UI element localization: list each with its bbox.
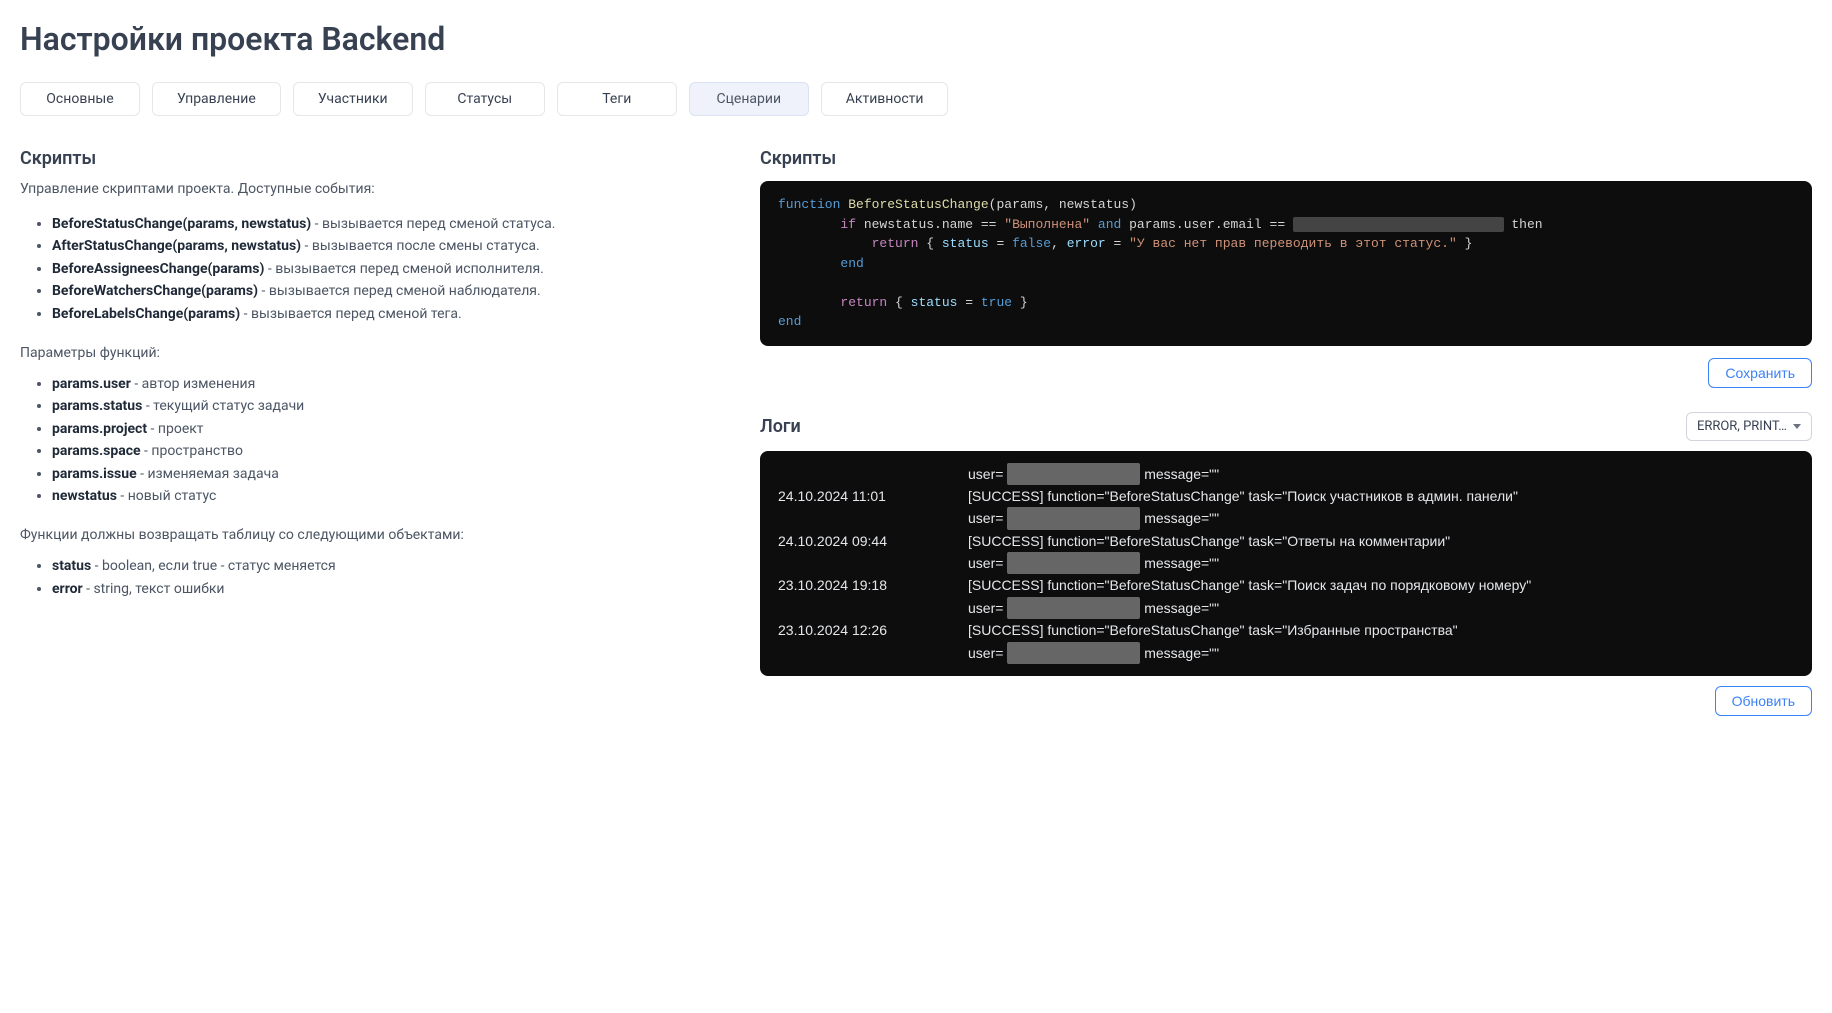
- logs-heading: Логи: [760, 416, 801, 437]
- log-row: 23.10.2024 12:26[SUCCESS] function="Befo…: [778, 619, 1794, 641]
- params-heading: Параметры функций:: [20, 345, 720, 361]
- tab-0[interactable]: Основные: [20, 82, 140, 116]
- save-button[interactable]: Сохранить: [1708, 358, 1812, 388]
- event-item: BeforeLabelsChange(params) - вызывается …: [52, 303, 720, 325]
- param-list: params.user - автор измененияparams.stat…: [20, 373, 720, 507]
- tab-1[interactable]: Управление: [152, 82, 281, 116]
- logs-filter-dropdown[interactable]: ERROR, PRINT…: [1686, 412, 1812, 441]
- refresh-button[interactable]: Обновить: [1715, 686, 1812, 716]
- log-row: 23.10.2024 19:18[SUCCESS] function="Befo…: [778, 574, 1794, 596]
- param-item: params.issue - изменяемая задача: [52, 463, 720, 485]
- tab-3[interactable]: Статусы: [425, 82, 545, 116]
- log-row: user= xxxxxxxxxxxxxxxxxxx message="": [778, 642, 1794, 664]
- return-list: status - boolean, если true - статус мен…: [20, 555, 720, 600]
- log-row: user= xxxxxxxxxxxxxxxxxxx message="": [778, 463, 1794, 485]
- event-list: BeforeStatusChange(params, newstatus) - …: [20, 213, 720, 325]
- log-row: 24.10.2024 11:01[SUCCESS] function="Befo…: [778, 485, 1794, 507]
- param-item: params.project - проект: [52, 418, 720, 440]
- code-editor[interactable]: function BeforeStatusChange(params, news…: [760, 181, 1812, 346]
- scripts-desc: Управление скриптами проекта. Доступные …: [20, 181, 720, 197]
- tab-5[interactable]: Сценарии: [689, 82, 809, 116]
- tab-2[interactable]: Участники: [293, 82, 413, 116]
- scripts-heading-right: Скрипты: [760, 148, 1812, 169]
- event-item: BeforeAssigneesChange(params) - вызывает…: [52, 258, 720, 280]
- return-heading: Функции должны возвращать таблицу со сле…: [20, 527, 720, 543]
- event-item: AfterStatusChange(params, newstatus) - в…: [52, 235, 720, 257]
- param-item: params.status - текущий статус задачи: [52, 395, 720, 417]
- tab-4[interactable]: Теги: [557, 82, 677, 116]
- scripts-heading-left: Скрипты: [20, 148, 720, 169]
- param-item: newstatus - новый статус: [52, 485, 720, 507]
- return-item: status - boolean, если true - статус мен…: [52, 555, 720, 577]
- log-row: user= xxxxxxxxxxxxxxxxxxx message="": [778, 507, 1794, 529]
- log-row: 24.10.2024 09:44[SUCCESS] function="Befo…: [778, 530, 1794, 552]
- event-item: BeforeWatchersChange(params) - вызываетс…: [52, 280, 720, 302]
- tab-6[interactable]: Активности: [821, 82, 949, 116]
- chevron-down-icon: [1793, 424, 1801, 429]
- log-row: user= xxxxxxxxxxxxxxxxxxx message="": [778, 552, 1794, 574]
- log-row: user= xxxxxxxxxxxxxxxxxxx message="": [778, 597, 1794, 619]
- tabs-container: Основные Управление Участники Статусы Теги Сц…: [20, 82, 1812, 116]
- right-column: Скрипты function BeforeStatusChange(para…: [760, 148, 1812, 740]
- event-item: BeforeStatusChange(params, newstatus) - …: [52, 213, 720, 235]
- param-item: params.space - пространство: [52, 440, 720, 462]
- param-item: params.user - автор изменения: [52, 373, 720, 395]
- logs-filter-label: ERROR, PRINT…: [1697, 419, 1787, 434]
- left-column: Скрипты Управление скриптами проекта. До…: [20, 148, 720, 740]
- return-item: error - string, текст ошибки: [52, 578, 720, 600]
- page-title: Настройки проекта Backend: [20, 20, 1812, 58]
- logs-output: user= xxxxxxxxxxxxxxxxxxx message=""24.1…: [760, 451, 1812, 677]
